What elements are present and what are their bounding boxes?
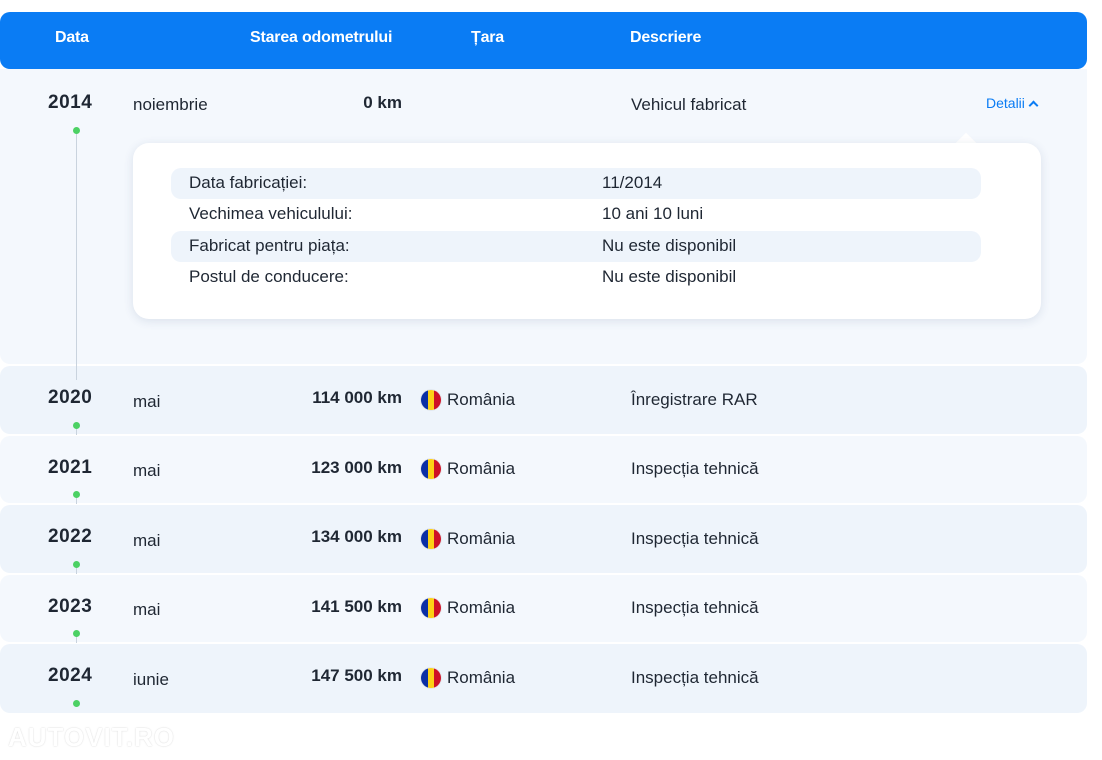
history-row-2022: 2022 mai 134 000 km România Inspecția te…	[0, 505, 1087, 573]
column-header-country: Țara	[471, 29, 504, 46]
timeline-dot	[73, 127, 80, 134]
row-year: 2021	[48, 457, 93, 478]
row-month: mai	[133, 461, 161, 480]
timeline-dot	[73, 630, 80, 637]
timeline-line	[76, 130, 77, 380]
row-month: mai	[133, 600, 161, 619]
detail-label: Data fabricației:	[189, 173, 308, 192]
row-description: Inspecția tehnică	[631, 459, 759, 478]
row-country: România	[421, 668, 515, 688]
row-year: 2024	[48, 665, 93, 686]
detail-row: Vechimea vehiculului: 10 ani 10 luni	[171, 199, 981, 230]
row-description: Inspecția tehnică	[631, 529, 759, 548]
row-year: 2014	[48, 92, 93, 113]
details-link-label: Detalii	[986, 95, 1025, 111]
history-row-2020: 2020 mai 114 000 km România Înregistrare…	[0, 366, 1087, 434]
romania-flag-icon	[421, 529, 441, 549]
timeline-line	[76, 636, 77, 643]
column-header-description: Descriere	[630, 29, 702, 46]
country-name: România	[447, 668, 516, 687]
romania-flag-icon	[421, 668, 441, 688]
row-month: iunie	[133, 670, 169, 689]
row-month: mai	[133, 531, 161, 550]
row-month: mai	[133, 392, 161, 411]
timeline-line	[76, 567, 77, 574]
detail-row: Postul de conducere: Nu este disponibil	[171, 262, 981, 293]
country-name: România	[447, 598, 516, 617]
row-country: România	[421, 529, 515, 549]
timeline-line	[76, 497, 77, 504]
timeline-dot	[73, 422, 80, 429]
detail-value: Nu este disponibil	[602, 267, 737, 286]
row-year: 2023	[48, 596, 93, 617]
detail-label: Vechimea vehiculului:	[189, 204, 353, 223]
romania-flag-icon	[421, 459, 441, 479]
row-country: România	[421, 459, 515, 479]
history-row-2021: 2021 mai 123 000 km România Inspecția te…	[0, 436, 1087, 503]
details-toggle-link[interactable]: Detalii	[986, 95, 1039, 111]
row-country: România	[421, 598, 515, 618]
row-month: noiembrie	[133, 95, 208, 114]
romania-flag-icon	[421, 390, 441, 410]
column-header-date: Data	[55, 29, 89, 46]
details-panel: Data fabricației: 11/2014 Vechimea vehic…	[133, 143, 1041, 319]
detail-row: Data fabricației: 11/2014	[171, 168, 981, 199]
chevron-up-icon	[1028, 100, 1039, 110]
table-header: Data Starea odometrului Țara Descriere	[0, 12, 1087, 69]
detail-row: Fabricat pentru piața: Nu este disponibi…	[171, 231, 981, 262]
row-odometer: 0 km	[363, 93, 402, 112]
history-row-2024: 2024 iunie 147 500 km România Inspecția …	[0, 644, 1087, 713]
column-header-odometer: Starea odometrului	[250, 29, 393, 46]
row-description: Inspecția tehnică	[631, 598, 759, 617]
country-name: România	[447, 390, 516, 409]
row-description: Vehicul fabricat	[631, 95, 747, 114]
row-odometer: 141 500 km	[311, 597, 402, 616]
timeline-line	[76, 428, 77, 435]
history-row-2023: 2023 mai 141 500 km România Inspecția te…	[0, 575, 1087, 642]
detail-label: Postul de conducere:	[189, 267, 349, 286]
row-country: România	[421, 390, 515, 410]
row-odometer: 114 000 km	[312, 388, 402, 407]
detail-label: Fabricat pentru piața:	[189, 236, 350, 255]
country-name: România	[447, 529, 516, 548]
timeline-dot	[73, 561, 80, 568]
autovit-watermark: AUTOVIT.RO	[8, 722, 175, 752]
row-description: Înregistrare RAR	[631, 390, 758, 409]
romania-flag-icon	[421, 598, 441, 618]
row-description: Inspecția tehnică	[631, 668, 759, 687]
row-year: 2022	[48, 526, 93, 547]
detail-value: Nu este disponibil	[602, 236, 737, 255]
row-odometer: 147 500 km	[311, 666, 402, 685]
timeline-dot	[73, 491, 80, 498]
row-year: 2020	[48, 387, 93, 408]
detail-value: 10 ani 10 luni	[602, 204, 704, 223]
row-odometer: 134 000 km	[311, 527, 402, 546]
detail-value: 11/2014	[602, 173, 663, 192]
row-odometer: 123 000 km	[311, 458, 402, 477]
timeline-dot	[73, 700, 80, 707]
country-name: România	[447, 459, 516, 478]
